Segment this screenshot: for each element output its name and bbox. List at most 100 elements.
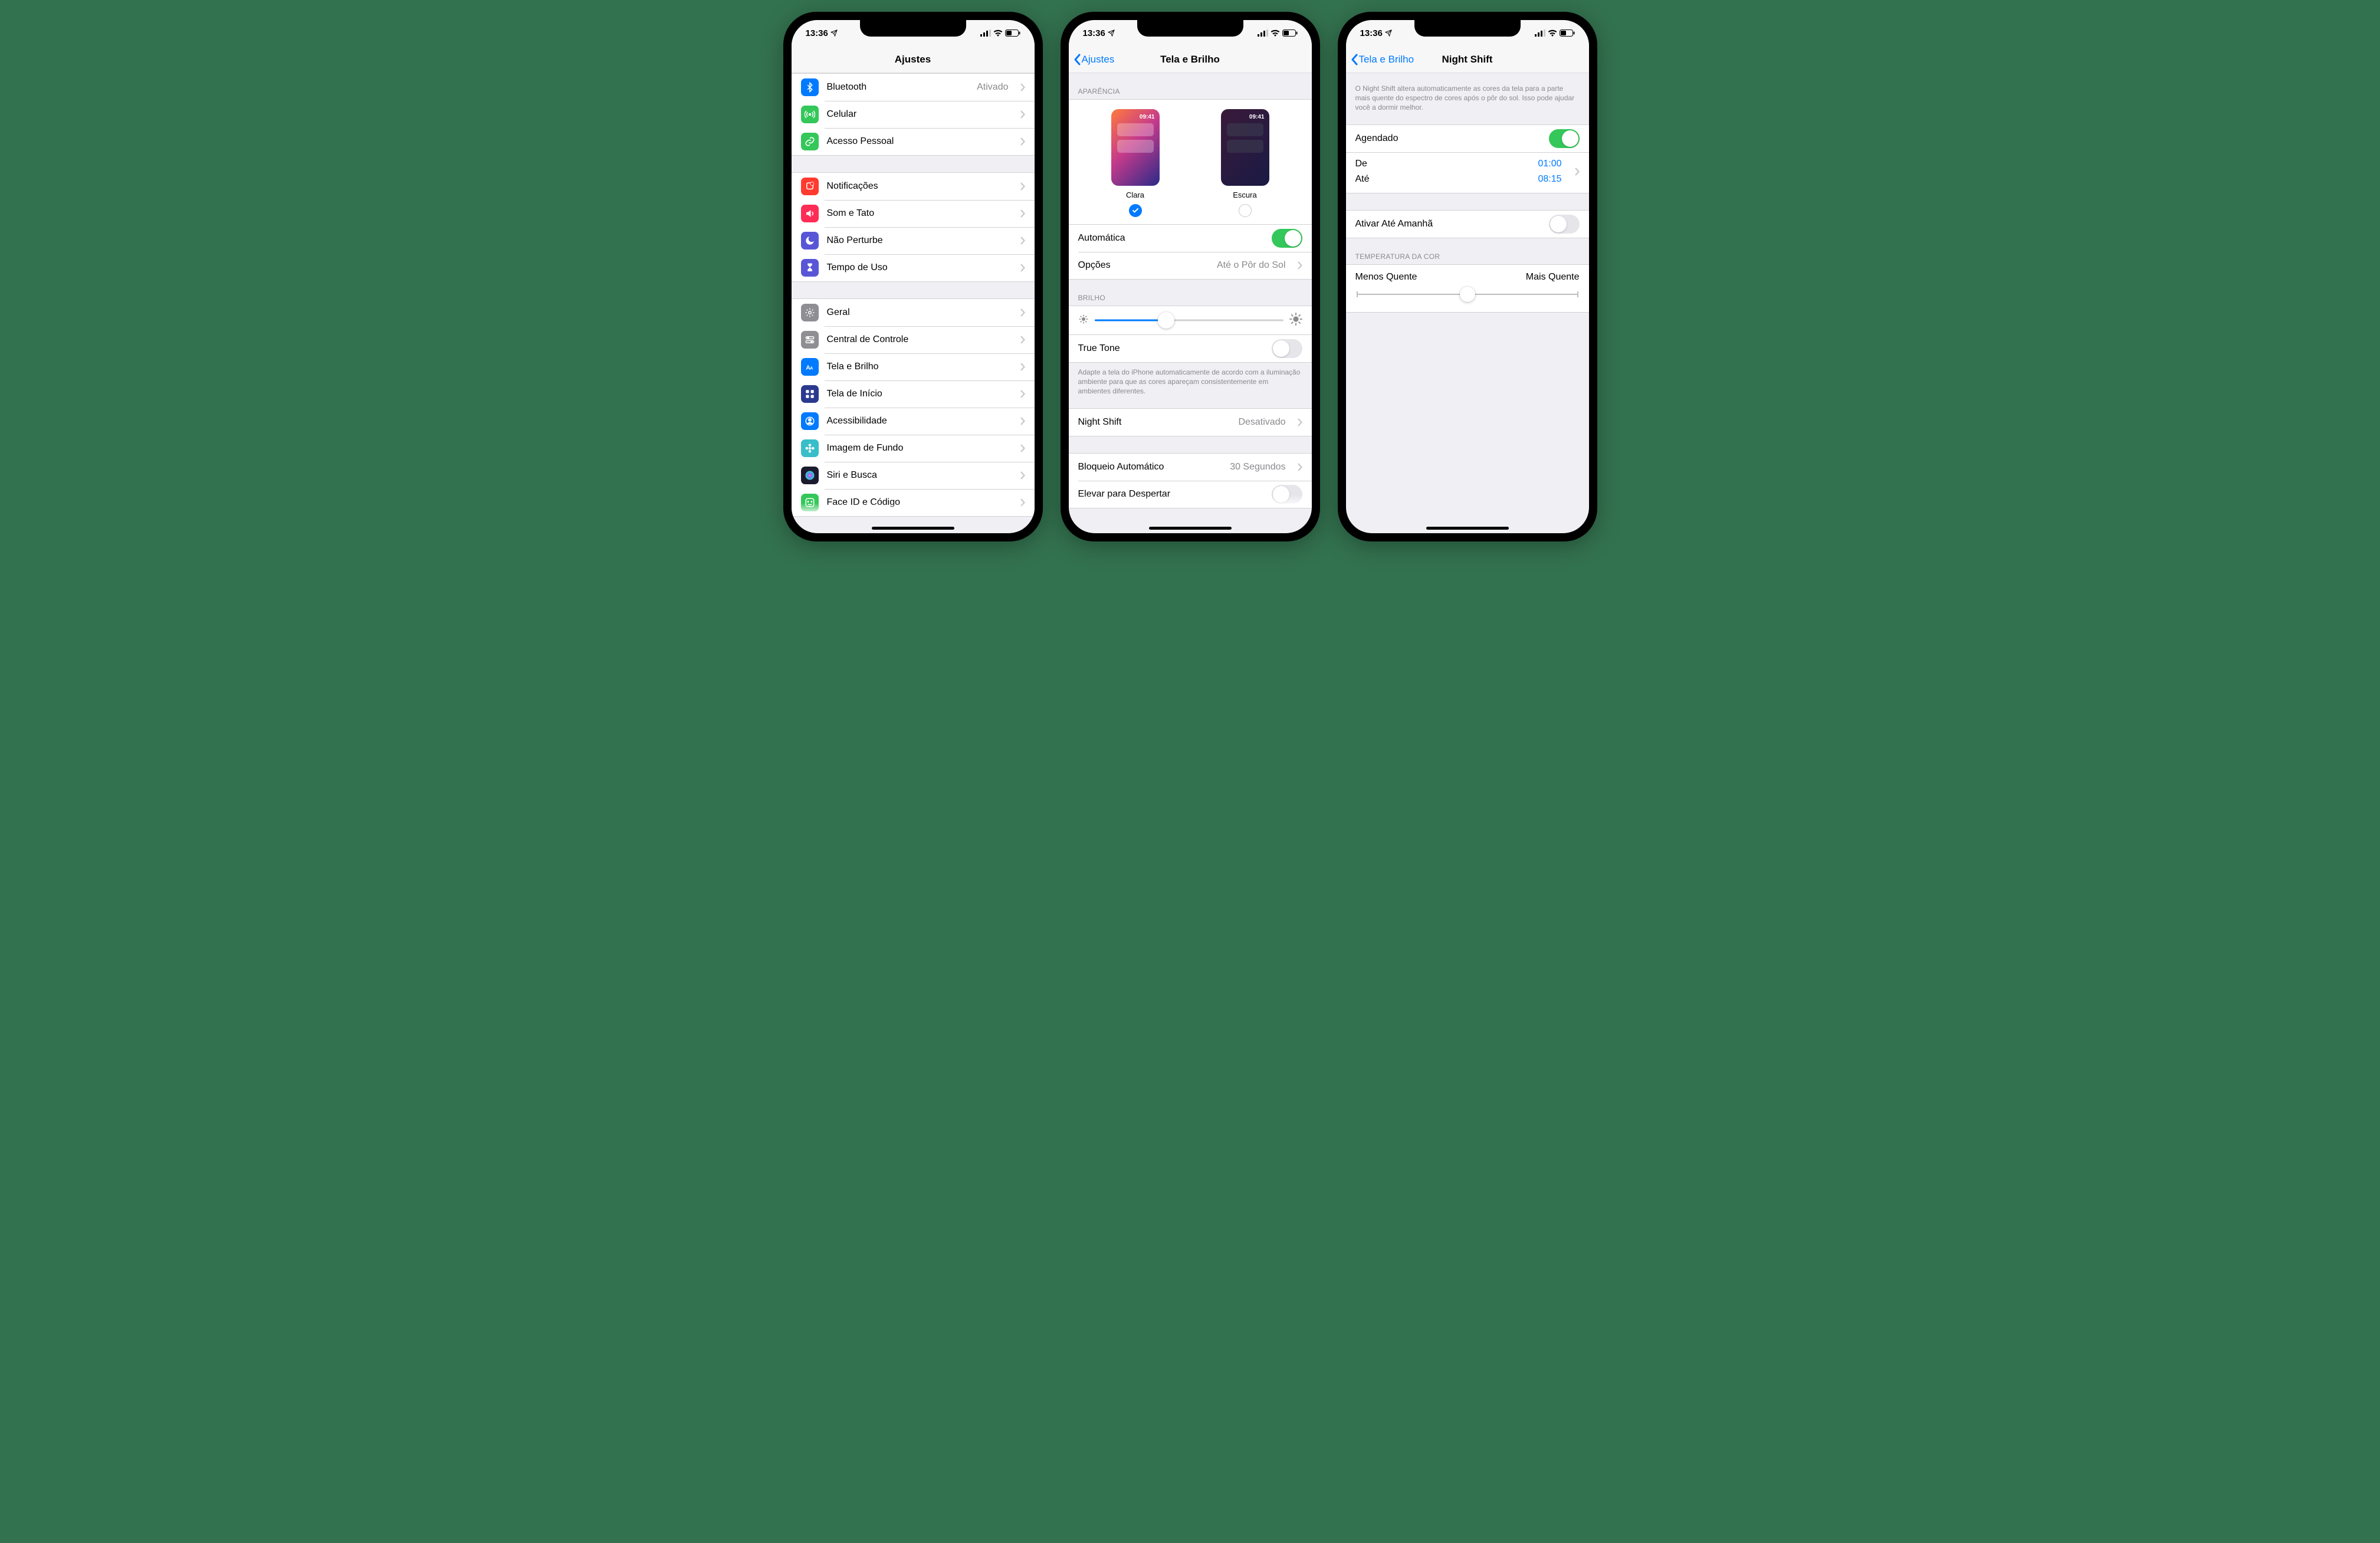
settings-row-label: Face ID e Código xyxy=(827,497,1009,508)
back-button[interactable]: Ajustes xyxy=(1074,54,1115,65)
row-options[interactable]: Opções Até o Pôr do Sol xyxy=(1069,252,1312,279)
slider-color-temp[interactable] xyxy=(1346,284,1589,312)
radio-light[interactable] xyxy=(1129,204,1142,217)
settings-row-label: Geral xyxy=(827,307,1009,318)
chevron-icon xyxy=(1020,417,1025,425)
settings-row-bluetooth[interactable]: BluetoothAtivado xyxy=(792,74,1035,101)
face-icon xyxy=(801,494,819,511)
link-icon xyxy=(801,133,819,150)
row-automatic: Automática xyxy=(1069,225,1312,252)
chevron-icon xyxy=(1020,336,1025,344)
row-brightness xyxy=(1069,306,1312,334)
home-indicator[interactable] xyxy=(872,527,954,530)
section-header-temp: TEMPERATURA DA COR xyxy=(1346,238,1589,264)
label-nightshift: Night Shift xyxy=(1078,417,1230,428)
settings-row-label: Tela de Início xyxy=(827,389,1009,399)
nav-bar: Tela e Brilho Night Shift xyxy=(1346,46,1589,73)
settings-row-som-e-tato[interactable]: Som e Tato xyxy=(792,200,1035,227)
row-nightshift[interactable]: Night Shift Desativado xyxy=(1069,409,1312,436)
label-less-warm: Menos Quente xyxy=(1355,272,1417,283)
notch xyxy=(1137,20,1243,37)
settings-row-geral[interactable]: Geral xyxy=(792,299,1035,326)
settings-row-tela-de-início[interactable]: Tela de Início xyxy=(792,380,1035,408)
chevron-icon xyxy=(1020,444,1025,452)
settings-row-notificações[interactable]: Notificações xyxy=(792,173,1035,200)
toggle-automatic[interactable] xyxy=(1272,229,1302,248)
home-indicator[interactable] xyxy=(1149,527,1232,530)
back-label: Tela e Brilho xyxy=(1359,54,1414,65)
intro-text: O Night Shift altera automaticamente as … xyxy=(1346,73,1589,115)
speaker-icon xyxy=(801,205,819,222)
location-icon xyxy=(830,29,838,37)
settings-row-siri-e-busca[interactable]: Siri e Busca xyxy=(792,462,1035,489)
appearance-option-dark[interactable]: 09:41 Escura xyxy=(1221,109,1269,217)
settings-row-face-id-e-código[interactable]: Face ID e Código xyxy=(792,489,1035,516)
row-autolock[interactable]: Bloqueio Automático 30 Segundos xyxy=(1069,454,1312,481)
chevron-icon xyxy=(1020,137,1025,146)
settings-row-celular[interactable]: Celular xyxy=(792,101,1035,128)
settings-row-label: Som e Tato xyxy=(827,208,1009,219)
label-automatic: Automática xyxy=(1078,233,1263,244)
appearance-option-light[interactable]: 09:41 Clara xyxy=(1111,109,1160,217)
chevron-icon xyxy=(1020,498,1025,507)
chevron-icon xyxy=(1298,463,1302,471)
toggle-scheduled[interactable] xyxy=(1549,129,1580,148)
settings-row-label: Central de Controle xyxy=(827,334,1009,345)
grid-icon xyxy=(801,385,819,403)
value-nightshift: Desativado xyxy=(1238,417,1285,428)
brightness-high-icon xyxy=(1289,313,1302,329)
status-time: 13:36 xyxy=(806,28,828,38)
chevron-icon xyxy=(1020,182,1025,191)
aa-icon: AA xyxy=(801,358,819,376)
location-icon xyxy=(1385,29,1392,37)
label-raise: Elevar para Despertar xyxy=(1078,489,1263,500)
chevron-icon xyxy=(1298,261,1302,270)
hourglass-icon xyxy=(801,259,819,277)
notch xyxy=(1414,20,1521,37)
nav-bar: Ajustes Tela e Brilho xyxy=(1069,46,1312,73)
person-icon xyxy=(801,412,819,430)
bell-icon xyxy=(801,178,819,195)
settings-row-não-perturbe[interactable]: Não Perturbe xyxy=(792,227,1035,254)
settings-row-acessibilidade[interactable]: Acessibilidade xyxy=(792,408,1035,435)
settings-row-acesso-pessoal[interactable]: Acesso Pessoal xyxy=(792,128,1035,155)
row-schedule-times[interactable]: De 01:00 Até 08:15 xyxy=(1346,153,1589,193)
bluetooth-icon xyxy=(801,78,819,96)
chevron-icon xyxy=(1020,390,1025,398)
phone-ajustes: 13:36 Ajustes BluetoothAtivadoC xyxy=(783,12,1043,541)
radio-dark[interactable] xyxy=(1239,204,1252,217)
chevron-icon xyxy=(1575,168,1580,176)
notch xyxy=(860,20,966,37)
cellular-icon xyxy=(980,29,991,37)
settings-row-tempo-de-uso[interactable]: Tempo de Uso xyxy=(792,254,1035,281)
toggle-enable-tomorrow[interactable] xyxy=(1549,215,1580,234)
appearance-label-light: Clara xyxy=(1126,191,1144,199)
settings-row-label: Siri e Busca xyxy=(827,470,1009,481)
settings-row-label: Bluetooth xyxy=(827,82,969,93)
row-truetone: True Tone xyxy=(1069,335,1312,362)
value-from: 01:00 xyxy=(1538,159,1561,169)
flower-icon xyxy=(801,439,819,457)
row-scheduled: Agendado xyxy=(1346,125,1589,152)
value-to: 08:15 xyxy=(1538,174,1561,185)
settings-row-tela-e-brilho[interactable]: AA Tela e Brilho xyxy=(792,353,1035,380)
status-time: 13:36 xyxy=(1360,28,1383,38)
appearance-preview-dark: 09:41 xyxy=(1221,109,1269,186)
settings-row-label: Tela e Brilho xyxy=(827,362,1009,372)
toggle-raise[interactable] xyxy=(1272,485,1302,504)
appearance-label-dark: Escura xyxy=(1233,191,1256,199)
settings-row-central-de-controle[interactable]: Central de Controle xyxy=(792,326,1035,353)
toggle-truetone[interactable] xyxy=(1272,339,1302,358)
row-raise-to-wake: Elevar para Despertar xyxy=(1069,481,1312,508)
status-time: 13:36 xyxy=(1083,28,1105,38)
label-autolock: Bloqueio Automático xyxy=(1078,462,1222,472)
slider-brightness[interactable] xyxy=(1095,312,1283,329)
settings-row-label: Notificações xyxy=(827,181,1009,192)
label-from: De xyxy=(1355,159,1367,169)
gear-icon xyxy=(801,304,819,321)
settings-row-imagem-de-fundo[interactable]: Imagem de Fundo xyxy=(792,435,1035,462)
home-indicator[interactable] xyxy=(1426,527,1509,530)
back-button[interactable]: Tela e Brilho xyxy=(1351,54,1414,65)
label-truetone: True Tone xyxy=(1078,343,1263,354)
settings-row-label: Tempo de Uso xyxy=(827,262,1009,273)
